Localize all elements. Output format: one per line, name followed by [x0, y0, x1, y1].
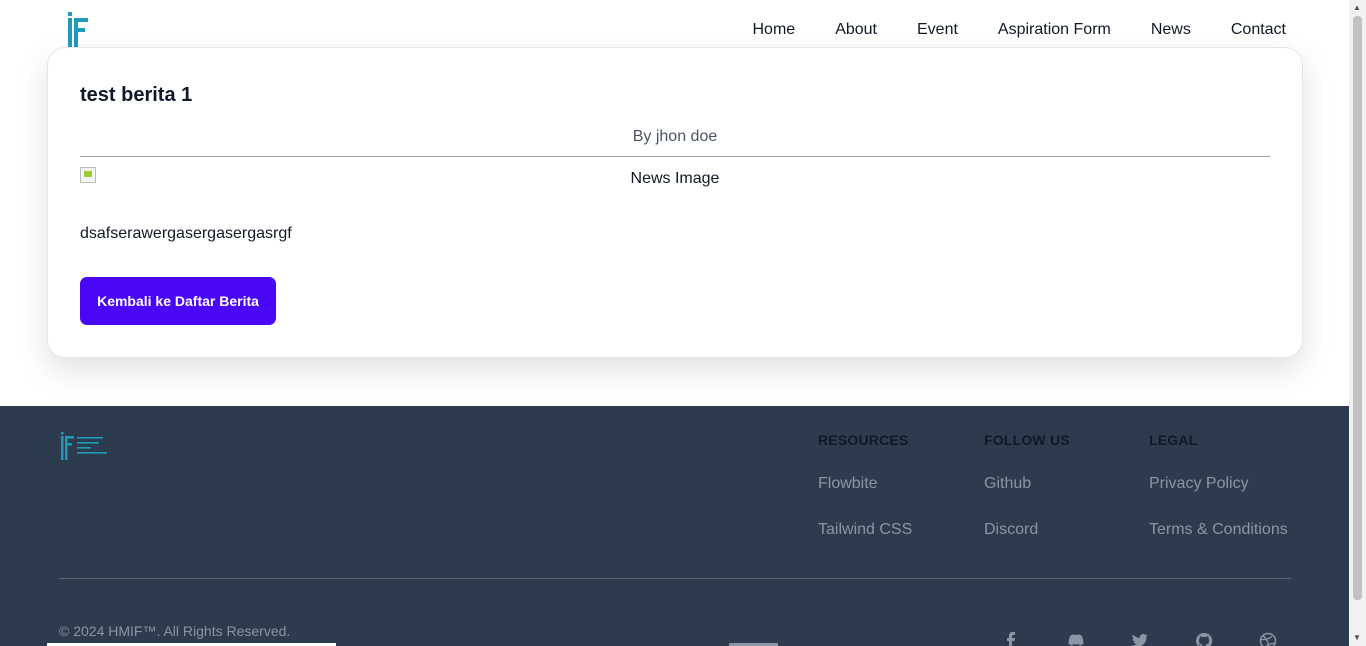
footer-link-terms[interactable]: Terms & Conditions	[1149, 521, 1288, 539]
copyright: © 2024 HMIF™. All Rights Reserved.	[59, 623, 291, 639]
footer-link-tailwind[interactable]: Tailwind CSS	[818, 521, 912, 539]
social-links	[1003, 632, 1277, 646]
nav-contact[interactable]: Contact	[1231, 21, 1286, 39]
news-card: test berita 1 By jhon doe News Image dsa…	[47, 47, 1303, 358]
twitter-icon[interactable]	[1131, 632, 1149, 646]
footer-link-github[interactable]: Github	[984, 475, 1070, 493]
github-icon[interactable]	[1195, 632, 1213, 646]
footer-heading-resources: RESOURCES	[818, 432, 909, 448]
nav-event[interactable]: Event	[917, 21, 958, 39]
nav-about[interactable]: About	[835, 21, 877, 39]
footer-column-legal: LEGAL Privacy Policy Terms & Conditions	[1149, 432, 1288, 539]
hmif-logo[interactable]	[66, 12, 90, 48]
nav-menu: Home About Event Aspiration Form News Co…	[753, 21, 1287, 39]
facebook-icon[interactable]	[1003, 632, 1021, 646]
dribbble-icon[interactable]	[1259, 632, 1277, 646]
nav-home[interactable]: Home	[753, 21, 796, 39]
news-body: dsafserawergasergasergasrgf	[80, 225, 292, 242]
news-title: test berita 1	[80, 84, 193, 106]
divider	[80, 156, 1270, 157]
nav-news[interactable]: News	[1151, 21, 1191, 39]
discord-icon[interactable]	[1067, 632, 1085, 646]
nav-aspiration-form[interactable]: Aspiration Form	[998, 21, 1111, 39]
footer-column-follow-us: FOLLOW US Github Discord	[984, 432, 1070, 539]
footer-heading-legal: LEGAL	[1149, 432, 1198, 448]
footer-column-resources: RESOURCES Flowbite Tailwind CSS	[818, 432, 912, 539]
vertical-scrollbar[interactable]: ▲ ▼	[1349, 0, 1366, 646]
hmif-footer-logo[interactable]	[60, 432, 112, 462]
footer-heading-follow-us: FOLLOW US	[984, 432, 1070, 448]
footer-link-privacy-policy[interactable]: Privacy Policy	[1149, 475, 1288, 493]
scrollbar-thumb[interactable]	[1353, 16, 1362, 600]
news-author: By jhon doe	[632, 128, 718, 145]
footer: RESOURCES Flowbite Tailwind CSS FOLLOW U…	[0, 406, 1349, 646]
scroll-up-arrow-icon[interactable]: ▲	[1353, 4, 1361, 12]
news-image-alt: News Image	[630, 170, 720, 187]
scroll-down-arrow-icon[interactable]: ▼	[1353, 634, 1361, 642]
news-image: News Image	[80, 166, 1270, 190]
back-to-news-list-button[interactable]: Kembali ke Daftar Berita	[80, 277, 276, 325]
footer-link-discord[interactable]: Discord	[984, 521, 1070, 539]
footer-link-flowbite[interactable]: Flowbite	[818, 475, 912, 493]
footer-divider	[59, 578, 1291, 579]
